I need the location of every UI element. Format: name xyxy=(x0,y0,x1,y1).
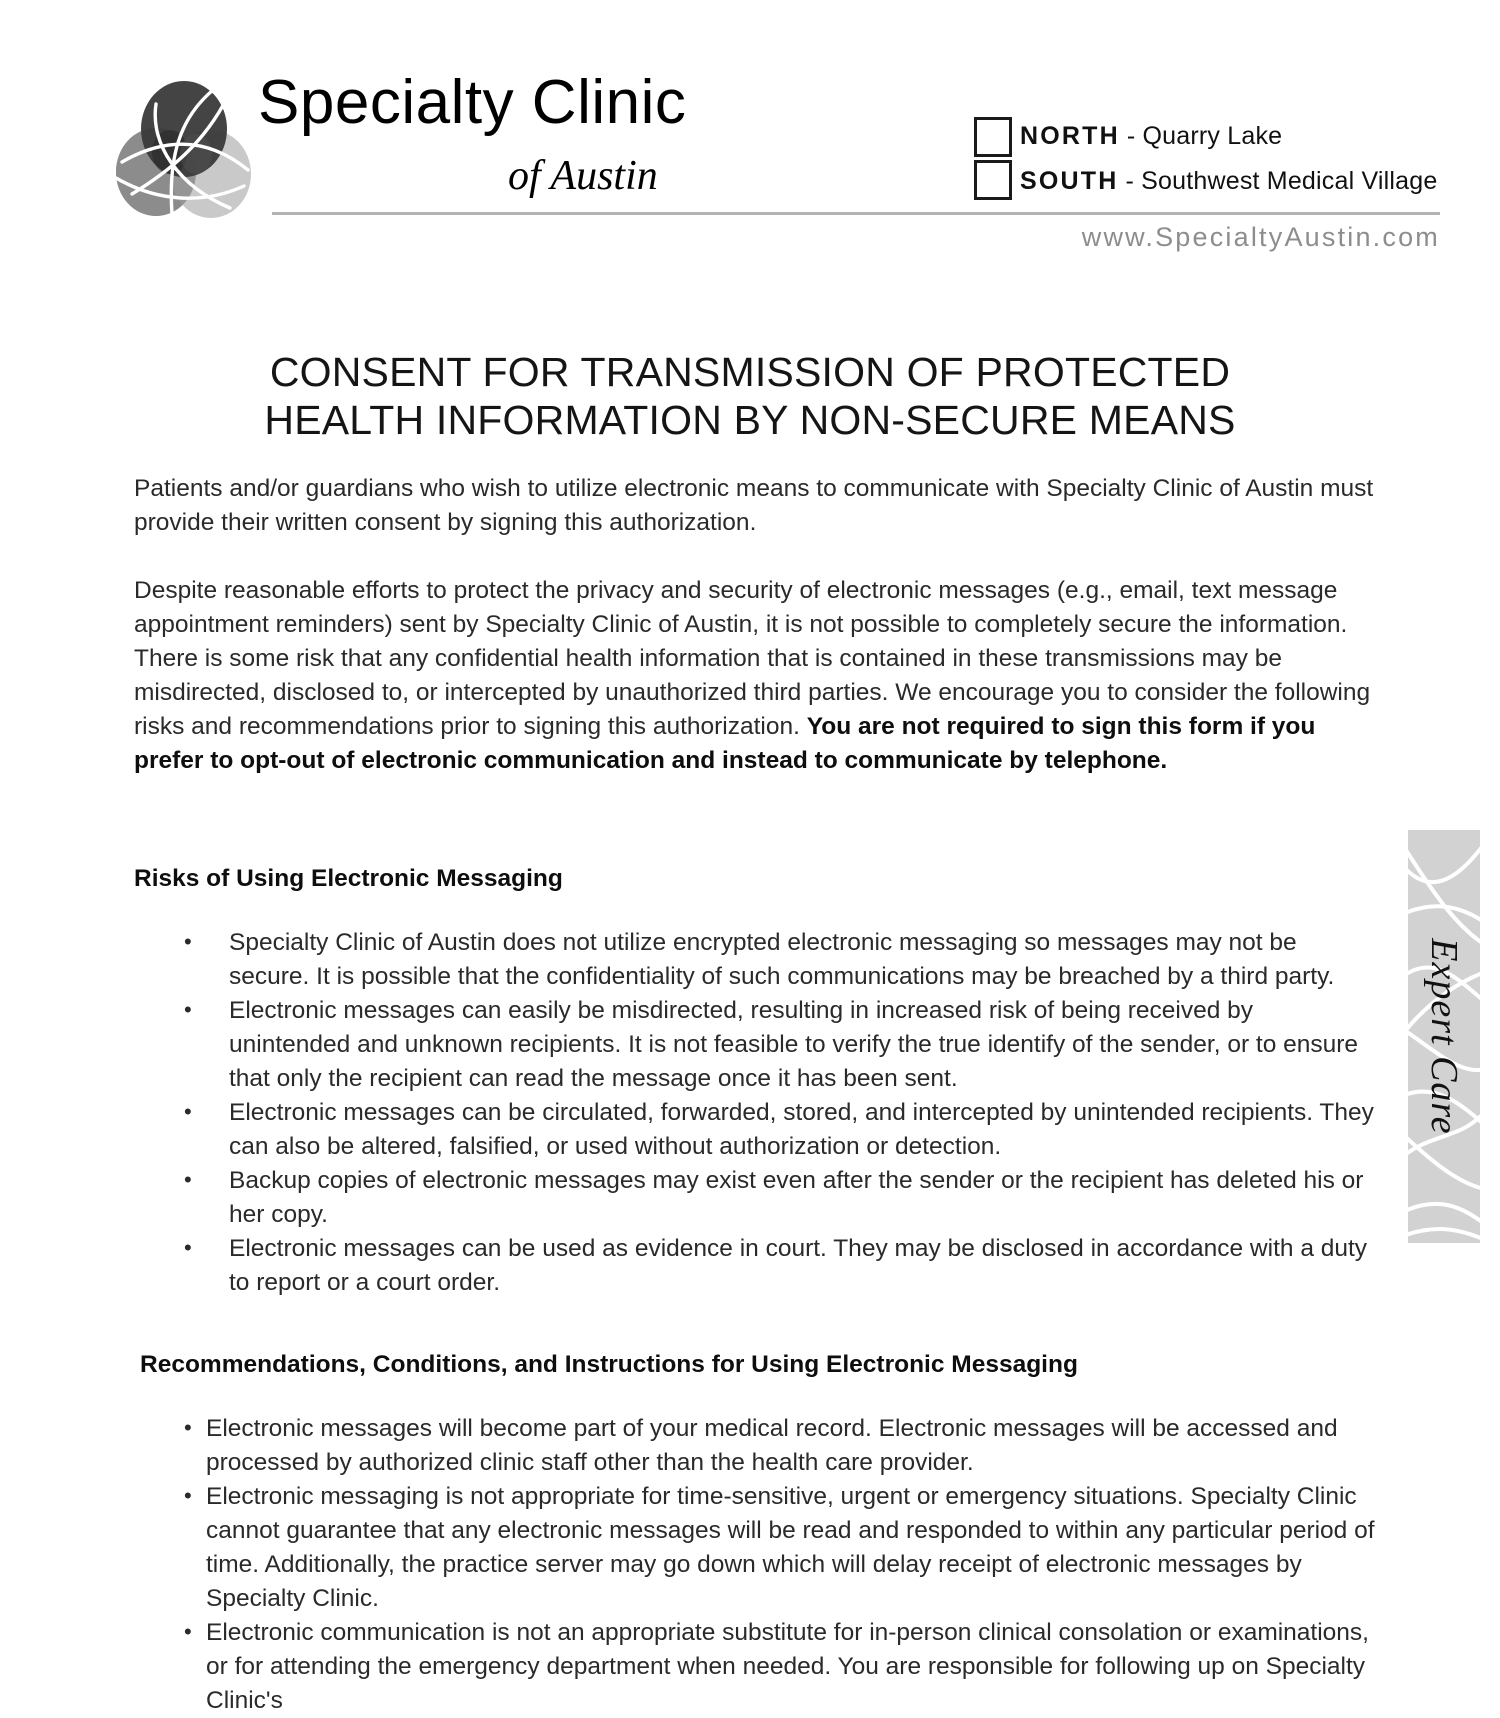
recommendations-section-heading: Recommendations, Conditions, and Instruc… xyxy=(140,1351,1078,1378)
brand-name: Specialty Clinic xyxy=(258,68,687,137)
location-row-south[interactable]: SOUTH - Southwest Medical Village xyxy=(974,159,1444,204)
south-location-label: SOUTH - Southwest Medical Village xyxy=(1020,167,1438,196)
intro-paragraph-2: Despite reasonable efforts to protect th… xyxy=(134,574,1379,778)
expert-care-side-tab: Expert Care xyxy=(1408,830,1480,1243)
page-header: Specialty Clinic of Austin NORTH - Quarr… xyxy=(0,0,1500,300)
risks-list: Specialty Clinic of Austin does not util… xyxy=(134,925,1379,1300)
three-overlapping-circles-logo xyxy=(108,74,268,229)
list-item: Electronic messages can be used as evide… xyxy=(184,1231,1379,1300)
north-label-key: NORTH xyxy=(1020,122,1120,150)
north-location-checkbox[interactable] xyxy=(974,116,1012,157)
side-tab-label: Expert Care xyxy=(1423,938,1465,1135)
north-label-value: - Quarry Lake xyxy=(1126,122,1283,150)
brand-subtitle: of Austin xyxy=(508,153,658,199)
document-body: Patients and/or guardians who wish to ut… xyxy=(134,472,1379,1718)
locations-group: NORTH - Quarry Lake SOUTH - Southwest Me… xyxy=(974,114,1444,204)
risks-section-heading: Risks of Using Electronic Messaging xyxy=(134,865,563,892)
list-item: Electronic messaging is not appropriate … xyxy=(184,1479,1379,1616)
list-item: Electronic messages can be circulated, f… xyxy=(184,1095,1379,1164)
page-title: CONSENT FOR TRANSMISSION OF PROTECTED HE… xyxy=(0,348,1500,444)
list-item: Electronic communication is not an appro… xyxy=(184,1615,1379,1718)
south-location-checkbox[interactable] xyxy=(974,160,1012,200)
north-location-label: NORTH - Quarry Lake xyxy=(1020,122,1282,151)
list-item: Backup copies of electronic messages may… xyxy=(184,1163,1379,1232)
south-label-value: - Southwest Medical Village xyxy=(1125,167,1438,195)
list-item: Specialty Clinic of Austin does not util… xyxy=(184,925,1379,994)
location-row-north[interactable]: NORTH - Quarry Lake xyxy=(974,114,1444,159)
page-title-line-1: CONSENT FOR TRANSMISSION OF PROTECTED xyxy=(269,349,1231,395)
page-title-line-2: HEALTH INFORMATION BY NON-SECURE MEANS xyxy=(264,397,1236,443)
list-item: Electronic messages can easily be misdir… xyxy=(184,993,1379,1096)
recommendations-list: Electronic messages will become part of … xyxy=(134,1411,1379,1718)
intro-paragraph-1: Patients and/or guardians who wish to ut… xyxy=(134,475,1374,536)
website-url: www.SpecialtyAustin.com xyxy=(1081,222,1440,252)
south-label-key: SOUTH xyxy=(1020,167,1119,195)
header-divider xyxy=(272,212,1440,215)
list-item: Electronic messages will become part of … xyxy=(184,1411,1379,1480)
